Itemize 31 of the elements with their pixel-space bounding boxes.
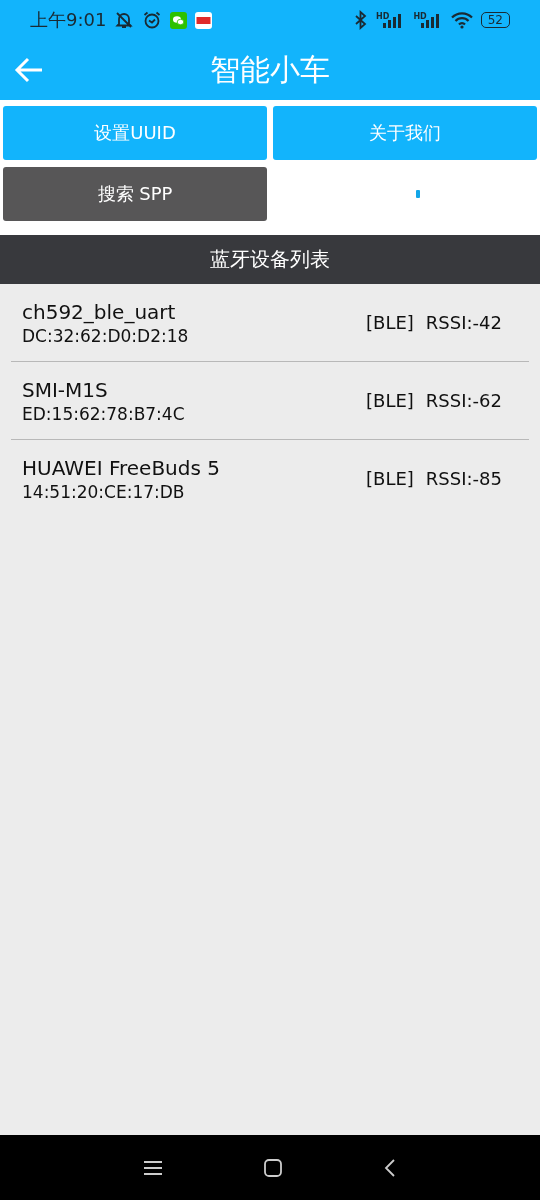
battery-indicator: 52 bbox=[480, 12, 510, 28]
app-title: 智能小车 bbox=[210, 50, 330, 89]
device-name: HUAWEI FreeBuds 5 bbox=[22, 455, 221, 480]
device-address: ED:15:62:78:B7:4C bbox=[22, 403, 186, 424]
chat-app-icon bbox=[170, 11, 188, 29]
alarm-clock-icon bbox=[142, 10, 163, 30]
device-address: 14:51:20:CE:17:DB bbox=[22, 481, 186, 502]
device-type: [BLE] bbox=[366, 312, 414, 333]
signal-strength: RSSI:-85 bbox=[425, 468, 502, 489]
bluetooth-icon bbox=[354, 10, 369, 30]
news-app-icon bbox=[195, 11, 213, 29]
device-name: ch592_ble_uart bbox=[22, 299, 177, 324]
action-button[interactable]: 搜索 SPP bbox=[3, 167, 267, 221]
signal-strength: RSSI:-42 bbox=[425, 312, 502, 333]
device-item[interactable]: HUAWEI FreeBuds 5 14:51:20:CE:17:DB [BLE] RSSI:-85 bbox=[11, 440, 529, 517]
hd-label: HD bbox=[413, 12, 427, 21]
signal-strength: RSSI:-62 bbox=[425, 390, 502, 411]
list-header: 蓝牙设备列表 bbox=[0, 235, 540, 284]
home-icon[interactable] bbox=[263, 1157, 283, 1178]
clock: 上午9:01 bbox=[30, 8, 107, 32]
muted-bell-icon bbox=[114, 10, 135, 30]
hd-label: HD bbox=[376, 12, 390, 21]
menu-icon[interactable] bbox=[143, 1159, 163, 1176]
device-item[interactable]: SMI-M1S ED:15:62:78:B7:4C [BLE] RSSI:-62 bbox=[11, 362, 529, 440]
device-type: [BLE] bbox=[366, 390, 414, 411]
device-address: DC:32:62:D0:D2:18 bbox=[22, 325, 190, 346]
device-name: SMI-M1S bbox=[22, 377, 109, 402]
device-item[interactable]: ch592_ble_uart DC:32:62:D0:D2:18 [BLE] RSSI:-42 bbox=[11, 284, 529, 362]
wifi-icon bbox=[450, 11, 473, 29]
device-type: [BLE] bbox=[366, 468, 414, 489]
back-icon[interactable] bbox=[383, 1157, 397, 1178]
